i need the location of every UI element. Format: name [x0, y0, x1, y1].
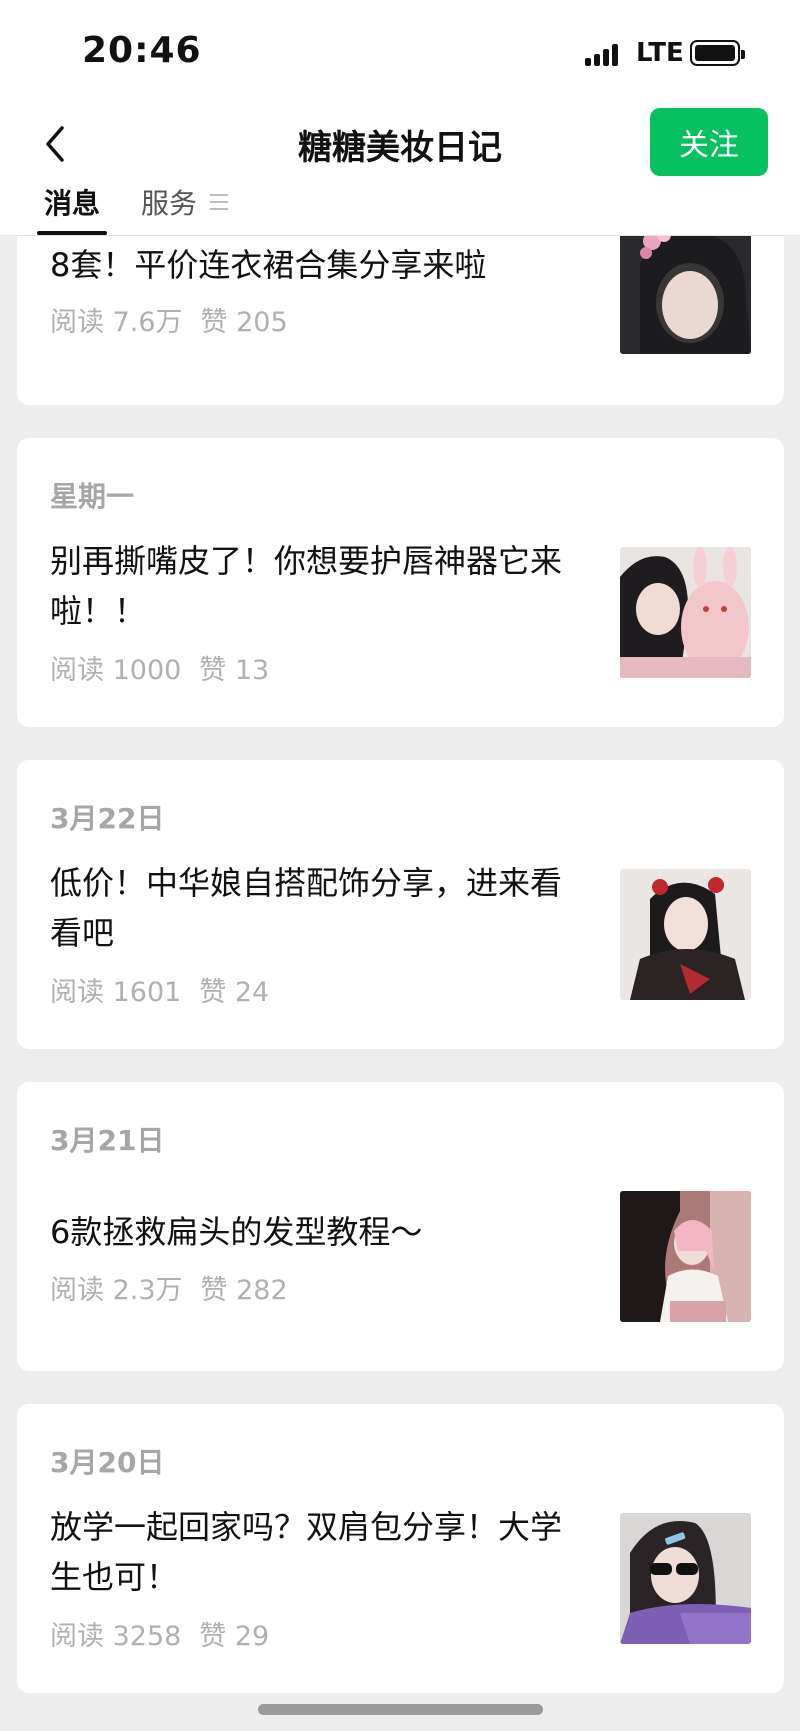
- article-title[interactable]: 放学一起回家吗？双肩包分享！大学生也可！: [50, 1502, 590, 1602]
- tab-services[interactable]: 服务: [141, 182, 197, 222]
- article-thumbnail[interactable]: [620, 869, 751, 1000]
- read-count: 阅读 3258: [50, 1621, 182, 1652]
- article-meta: 阅读 3258 赞 29: [50, 1614, 269, 1653]
- article-thumbnail[interactable]: [620, 223, 751, 354]
- menu-icon: [210, 194, 228, 212]
- article-title[interactable]: 低价！中华娘自搭配饰分享，进来看看吧: [50, 858, 590, 958]
- article-thumbnail[interactable]: [620, 1191, 751, 1322]
- portrait-thumbnail-image: [620, 1191, 751, 1322]
- article-thumbnail[interactable]: [620, 547, 751, 678]
- article-meta: 阅读 1000 赞 13: [50, 648, 269, 687]
- article-title[interactable]: 6款拯救扁头的发型教程～: [50, 1207, 590, 1257]
- tab-messages[interactable]: 消息: [44, 182, 100, 222]
- read-count: 阅读 2.3万: [50, 1275, 183, 1306]
- article-title[interactable]: 8套！平价连衣裙合集分享来啦: [50, 240, 590, 290]
- article-title[interactable]: 别再撕嘴皮了！你想要护唇神器它来啦！！: [50, 536, 590, 636]
- battery-icon: [690, 40, 745, 66]
- status-bar: 20:46 LTE: [0, 0, 800, 100]
- like-count: 赞 282: [200, 1275, 288, 1306]
- article-thumbnail[interactable]: [620, 1513, 751, 1644]
- signal-strength-icon: [585, 40, 627, 66]
- article-card[interactable]: 3月22日 低价！中华娘自搭配饰分享，进来看看吧 阅读 1601 赞 24: [17, 760, 784, 1049]
- like-count: 赞 24: [199, 977, 270, 1008]
- article-meta: 阅读 2.3万赞 282: [50, 1268, 288, 1307]
- read-count: 阅读 1601: [50, 977, 182, 1008]
- article-date: 3月22日: [50, 802, 165, 835]
- like-count: 赞 29: [199, 1621, 270, 1652]
- article-meta: 阅读 7.6万赞 205: [50, 300, 288, 339]
- article-card[interactable]: 星期一 别再撕嘴皮了！你想要护唇神器它来啦！！ 阅读 1000 赞 13: [17, 438, 784, 727]
- like-count: 赞 205: [200, 307, 288, 338]
- read-count: 阅读 7.6万: [50, 307, 183, 338]
- article-card[interactable]: 3月21日 6款拯救扁头的发型教程～ 阅读 2.3万赞 282: [17, 1082, 784, 1371]
- portrait-thumbnail-image: [620, 869, 751, 1000]
- portrait-thumbnail-image: [620, 1513, 751, 1644]
- network-type: LTE: [636, 38, 684, 68]
- article-date: 星期一: [50, 480, 135, 513]
- account-header: 糖糖美妆日记 关注 消息 服务: [0, 100, 800, 236]
- status-time: 20:46: [82, 30, 202, 71]
- like-count: 赞 13: [199, 655, 270, 686]
- active-tab-indicator: [37, 231, 107, 235]
- portrait-thumbnail-image: [620, 547, 751, 678]
- article-meta: 阅读 1601 赞 24: [50, 970, 269, 1009]
- follow-button[interactable]: 关注: [650, 108, 768, 176]
- portrait-thumbnail-image: [620, 223, 751, 354]
- article-card[interactable]: 3月20日 放学一起回家吗？双肩包分享！大学生也可！ 阅读 3258 赞 29: [17, 1404, 784, 1693]
- home-indicator[interactable]: [258, 1704, 543, 1715]
- article-feed[interactable]: 8套！平价连衣裙合集分享来啦 阅读 7.6万赞 205 星期一 别再撕嘴皮了！你…: [0, 0, 800, 1731]
- article-date: 3月21日: [50, 1124, 165, 1157]
- read-count: 阅读 1000: [50, 655, 182, 686]
- article-date: 3月20日: [50, 1446, 165, 1479]
